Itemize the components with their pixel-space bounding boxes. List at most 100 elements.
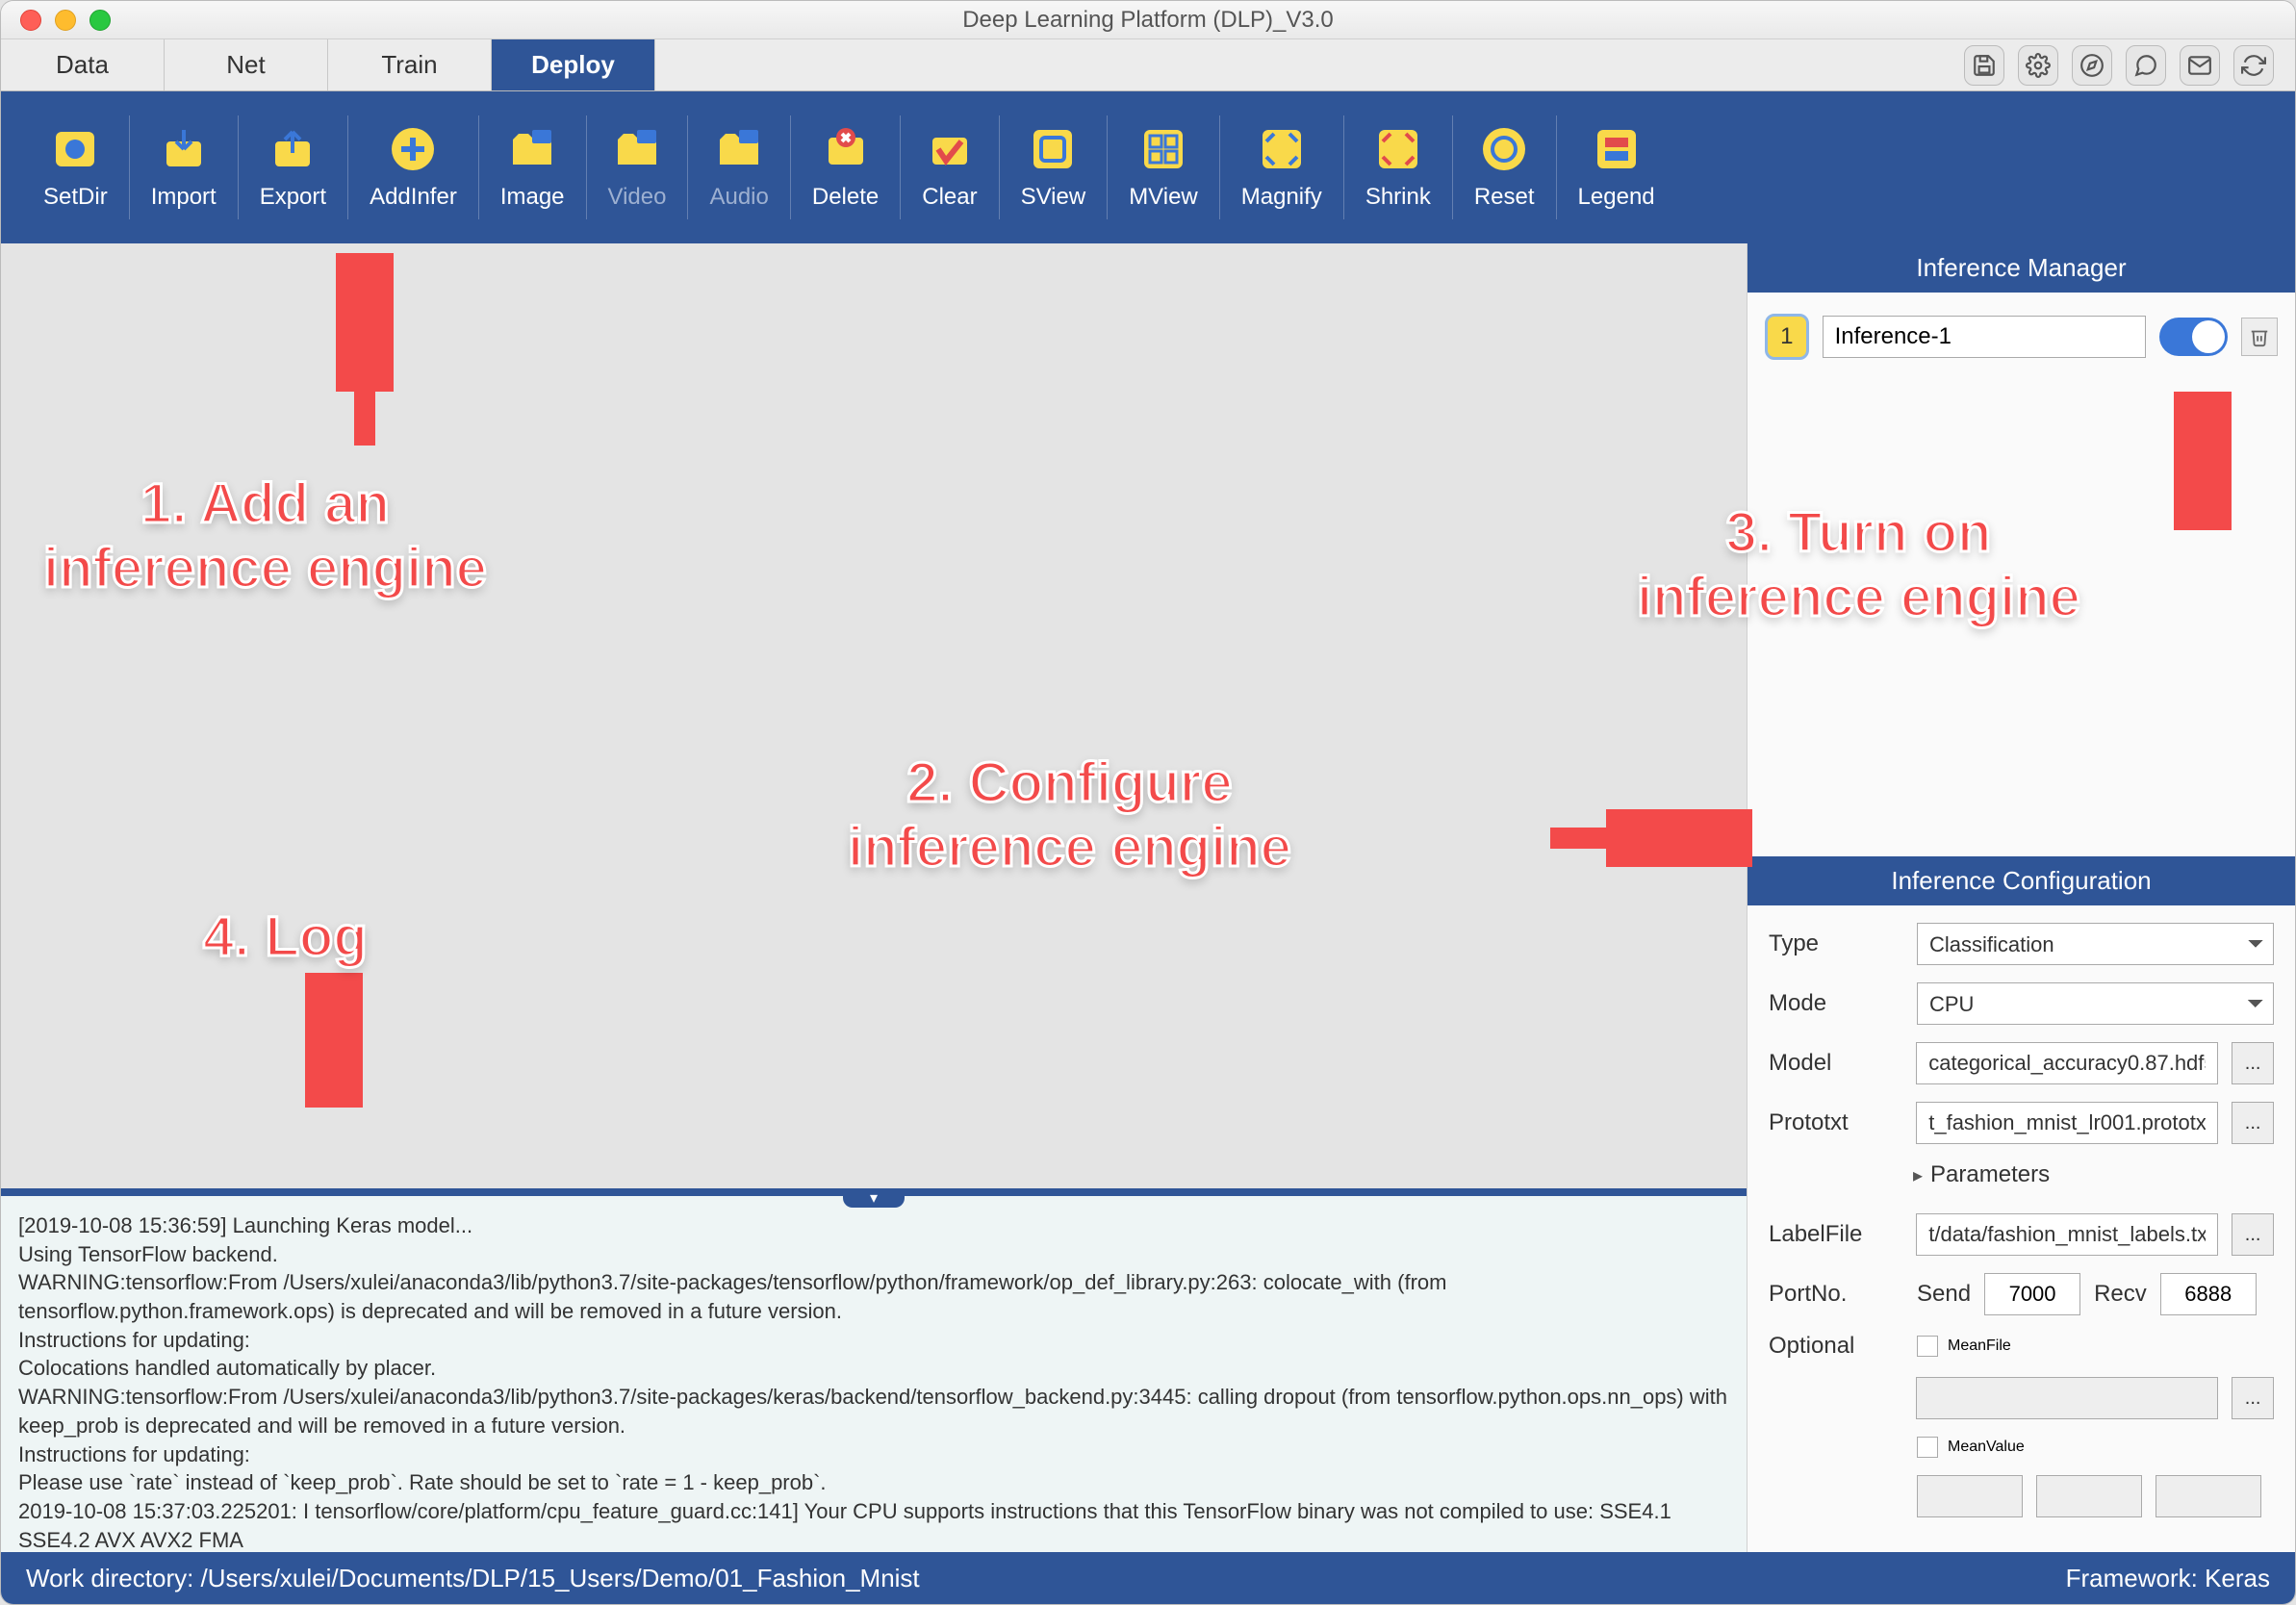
toolbar-video: Video	[587, 115, 689, 219]
recv-label: Recv	[2094, 1281, 2147, 1308]
log-separator[interactable]: ▾	[1, 1188, 1747, 1196]
folder-audio-icon	[714, 124, 764, 174]
browse-meanfile-button[interactable]: ...	[2232, 1377, 2274, 1419]
refresh-icon[interactable]	[2233, 45, 2274, 86]
cfg-optional-label: Optional	[1769, 1333, 1903, 1360]
reset-icon	[1479, 124, 1529, 174]
toolbar-shrink[interactable]: Shrink	[1344, 115, 1453, 219]
toolbar-mview[interactable]: MView	[1108, 115, 1220, 219]
meanfile-label: MeanFile	[1948, 1338, 2011, 1355]
toolbar: SetDir Import Export AddInfer Image Vide…	[1, 91, 2295, 243]
tab-net[interactable]: Net	[165, 39, 328, 90]
toolbar-setdir[interactable]: SetDir	[22, 115, 130, 219]
main-tabs: Data Net Train Deploy	[1, 39, 2295, 91]
toolbar-addinfer[interactable]: AddInfer	[348, 115, 479, 219]
delete-icon	[821, 124, 871, 174]
inference-config-header: Inference Configuration	[1748, 856, 2295, 905]
toolbar-clear[interactable]: Clear	[901, 115, 999, 219]
magnify-icon	[1257, 124, 1307, 174]
browse-model-button[interactable]: ...	[2232, 1042, 2274, 1084]
cfg-portno-label: PortNo.	[1769, 1281, 1903, 1308]
toolbar-label: AddInfer	[370, 184, 457, 211]
cfg-model-label: Model	[1769, 1050, 1902, 1077]
meanvalue-input-2[interactable]	[2036, 1475, 2142, 1517]
cfg-model-input[interactable]	[1916, 1042, 2218, 1084]
import-icon	[159, 124, 209, 174]
workdir-label: Work directory: /Users/xulei/Documents/D…	[26, 1564, 920, 1593]
gear-icon[interactable]	[2018, 45, 2058, 86]
toolbar-delete[interactable]: Delete	[791, 115, 901, 219]
folder-video-icon	[612, 124, 662, 174]
cfg-prototxt-label: Prototxt	[1769, 1109, 1902, 1136]
mail-icon[interactable]	[2180, 45, 2220, 86]
toolbar-label: SetDir	[43, 184, 108, 211]
inference-name-input[interactable]	[1823, 316, 2146, 358]
save-icon[interactable]	[1964, 45, 2004, 86]
meanvalue-label: MeanValue	[1948, 1439, 2025, 1456]
meanfile-input[interactable]	[1916, 1377, 2218, 1419]
gear-folder-icon	[50, 124, 100, 174]
toolbar-label: Magnify	[1241, 184, 1322, 211]
parameters-label: Parameters	[1930, 1161, 2050, 1188]
tab-deploy[interactable]: Deploy	[492, 39, 655, 90]
clear-icon	[925, 124, 975, 174]
meanvalue-checkbox[interactable]	[1917, 1437, 1938, 1458]
toolbar-reset[interactable]: Reset	[1453, 115, 1557, 219]
cfg-labelfile-input[interactable]	[1916, 1213, 2218, 1256]
toolbar-image[interactable]: Image	[479, 115, 587, 219]
toolbar-label: Audio	[709, 184, 768, 211]
tab-train[interactable]: Train	[328, 39, 492, 90]
send-label: Send	[1917, 1281, 1971, 1308]
legend-icon	[1592, 124, 1642, 174]
meanvalue-input-1[interactable]	[1917, 1475, 2023, 1517]
toolbar-sview[interactable]: SView	[1000, 115, 1109, 219]
parameters-expander[interactable]: ▸ Parameters	[1913, 1161, 2274, 1188]
cfg-type-label: Type	[1769, 930, 1903, 957]
meanvalue-input-3[interactable]	[2156, 1475, 2261, 1517]
toolbar-label: Image	[500, 184, 565, 211]
cfg-prototxt-input[interactable]	[1916, 1102, 2218, 1144]
toolbar-label: Video	[608, 184, 667, 211]
canvas-area	[1, 243, 1747, 1188]
log-output[interactable]: [2019-10-08 15:36:59] Launching Keras mo…	[1, 1196, 1747, 1552]
add-icon	[388, 124, 438, 174]
inference-manager-header: Inference Manager	[1748, 243, 2295, 293]
inference-index-badge[interactable]: 1	[1765, 314, 1809, 360]
titlebar: Deep Learning Platform (DLP)_V3.0	[1, 1, 2295, 39]
browse-prototxt-button[interactable]: ...	[2232, 1102, 2274, 1144]
toolbar-label: Reset	[1474, 184, 1535, 211]
cfg-mode-label: Mode	[1769, 990, 1903, 1017]
shrink-icon	[1373, 124, 1423, 174]
window-title: Deep Learning Platform (DLP)_V3.0	[1, 7, 2295, 34]
inference-toggle[interactable]	[2159, 318, 2229, 356]
toolbar-label: SView	[1021, 184, 1086, 211]
toolbar-label: MView	[1129, 184, 1198, 211]
toolbar-label: Export	[260, 184, 326, 211]
cfg-mode-select[interactable]: CPU	[1917, 982, 2274, 1025]
send-port-input[interactable]	[1984, 1273, 2080, 1315]
toolbar-legend[interactable]: Legend	[1557, 115, 1676, 219]
folder-image-icon	[507, 124, 557, 174]
toolbar-audio: Audio	[688, 115, 790, 219]
collapse-handle-icon[interactable]: ▾	[843, 1188, 905, 1208]
toolbar-magnify[interactable]: Magnify	[1220, 115, 1344, 219]
cfg-labelfile-label: LabelFile	[1769, 1221, 1902, 1248]
toolbar-label: Delete	[812, 184, 879, 211]
toolbar-label: Shrink	[1365, 184, 1431, 211]
chat-icon[interactable]	[2126, 45, 2166, 86]
trash-icon[interactable]	[2241, 318, 2278, 356]
meanfile-checkbox[interactable]	[1917, 1336, 1938, 1357]
inference-row: 1	[1748, 293, 2295, 381]
compass-icon[interactable]	[2072, 45, 2112, 86]
chevron-right-icon: ▸	[1913, 1163, 1923, 1187]
framework-label: Framework: Keras	[2066, 1564, 2270, 1593]
toolbar-import[interactable]: Import	[130, 115, 239, 219]
cfg-type-select[interactable]: Classification	[1917, 923, 2274, 965]
toolbar-export[interactable]: Export	[239, 115, 348, 219]
tab-data[interactable]: Data	[1, 39, 165, 90]
sview-icon	[1028, 124, 1078, 174]
toolbar-label: Clear	[922, 184, 977, 211]
recv-port-input[interactable]	[2160, 1273, 2257, 1315]
mview-icon	[1138, 124, 1188, 174]
browse-labelfile-button[interactable]: ...	[2232, 1213, 2274, 1256]
